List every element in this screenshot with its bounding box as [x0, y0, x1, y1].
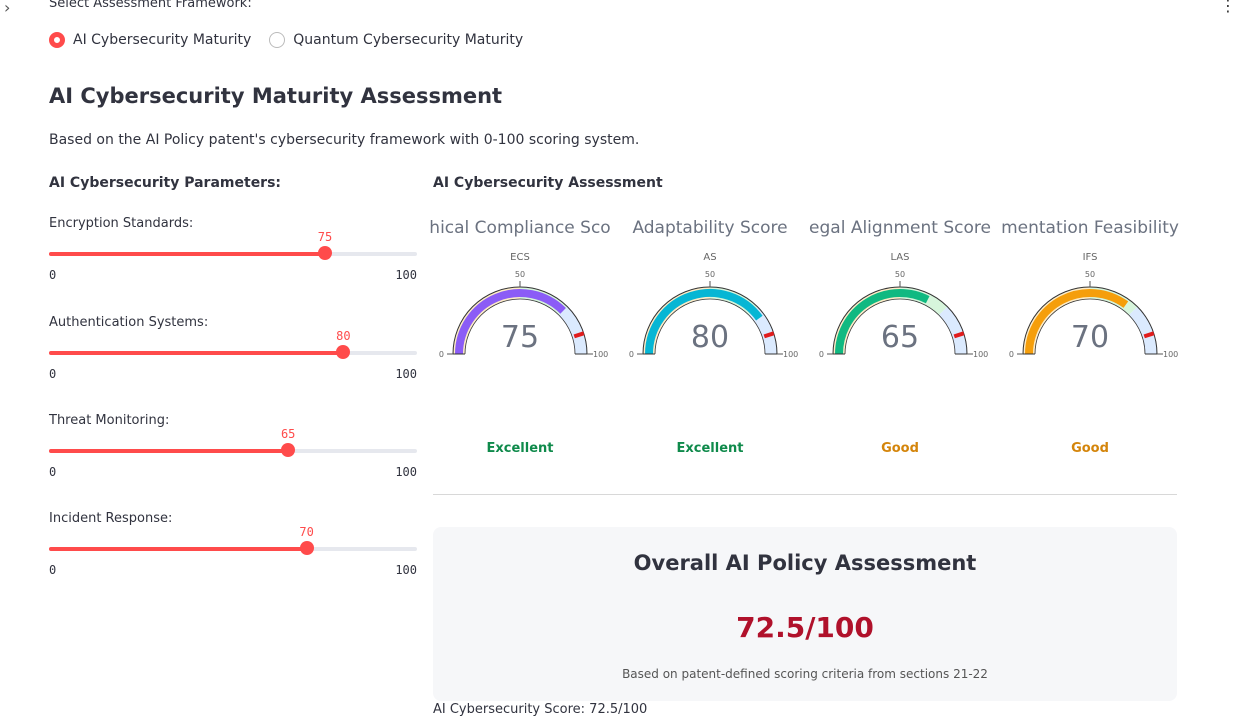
- slider-value: 65: [280, 427, 296, 441]
- gauge-tick-label-mid: 50: [895, 270, 905, 279]
- gauge-value-text: 65: [881, 320, 919, 355]
- gauge-tick-label-mid: 50: [705, 270, 715, 279]
- assessment-heading: AI Cybersecurity Assessment: [433, 175, 663, 191]
- gauge-dial: 0 100 50 70: [1009, 270, 1178, 359]
- gauge-tick-label-min: 0: [629, 350, 634, 359]
- gauge-tick-label-max: 100: [593, 350, 608, 359]
- gauge-value-text: 70: [1071, 320, 1109, 355]
- slider-thumb[interactable]: [318, 246, 332, 260]
- gauge-dial: 0 100 50 75: [439, 270, 608, 359]
- slider-fill: [49, 449, 289, 453]
- slider-incident-response: Incident Response: 70 0 100: [49, 511, 417, 591]
- slider-encryption-standards: Encryption Standards: 75 0 100: [49, 216, 417, 296]
- gauge-tick-label-min: 0: [819, 350, 824, 359]
- gauge-subtitle: AS: [703, 252, 717, 263]
- gauge-as: Adaptability Score AS 0 100 50 80: [615, 214, 805, 364]
- gauge-band-high: [1128, 306, 1157, 355]
- radio-ai-cybersecurity[interactable]: AI Cybersecurity Maturity: [49, 32, 251, 48]
- slider-fill: [49, 351, 344, 355]
- slider-track[interactable]: [49, 449, 417, 453]
- radio-quantum-cybersecurity[interactable]: Quantum Cybersecurity Maturity: [269, 32, 523, 48]
- status-label: Excellent: [486, 441, 554, 456]
- slider-thumb[interactable]: [281, 443, 296, 457]
- gauge-title: hical Compliance Sco: [429, 218, 611, 238]
- gauge-tick-label-min: 0: [439, 350, 444, 359]
- slider-track[interactable]: [49, 547, 417, 551]
- gauge-tick-label-mid: 50: [515, 270, 525, 279]
- gauge-band-high: [558, 306, 587, 355]
- slider-value: 70: [299, 525, 314, 539]
- radio-selected-icon: [49, 32, 65, 48]
- gauge-title: egal Alignment Score: [809, 218, 991, 238]
- gauge-title: Adaptability Score: [632, 218, 788, 238]
- gauge-ifs: mentation Feasibility IFS 0 100 50 70: [995, 214, 1185, 364]
- divider: [433, 494, 1177, 495]
- gauge-tick-label-min: 0: [1009, 350, 1014, 359]
- radio-label: AI Cybersecurity Maturity: [73, 32, 252, 48]
- status-label: Good: [1071, 441, 1109, 456]
- slider-max: 100: [395, 268, 417, 282]
- overall-score: 72.5/100: [736, 611, 874, 644]
- slider-thumb[interactable]: [336, 345, 351, 359]
- gauge-dial: 0 100 50 80: [629, 270, 798, 359]
- slider-min: 0: [49, 268, 57, 282]
- gauge-tick-label-max: 100: [783, 350, 798, 359]
- slider-value: 75: [317, 230, 333, 244]
- slider-label: Authentication Systems:: [49, 315, 209, 330]
- slider-label: Threat Monitoring:: [49, 413, 170, 428]
- radio-label: Quantum Cybersecurity Maturity: [293, 32, 524, 48]
- slider-track[interactable]: [49, 252, 417, 256]
- framework-radio-group: AI Cybersecurity Maturity Quantum Cybers…: [49, 32, 523, 48]
- slider-max: 100: [395, 563, 417, 577]
- gauge-dial: 0 100 50 65: [819, 270, 988, 359]
- gauge-subtitle: LAS: [890, 252, 910, 263]
- status-label: Good: [881, 441, 919, 456]
- gauge-title: mentation Feasibility: [1001, 218, 1179, 238]
- slider-max: 100: [395, 465, 417, 479]
- gauge-las: egal Alignment Score LAS 0 100 50 65: [805, 214, 995, 364]
- gauge-tick-label-max: 100: [973, 350, 988, 359]
- radio-unselected-icon: [269, 32, 286, 48]
- gauge-value-text: 75: [501, 320, 539, 355]
- overall-assessment-card: Overall AI Policy Assessment 72.5/100 Ba…: [433, 527, 1177, 701]
- slider-thumb[interactable]: [299, 541, 314, 555]
- slider-authentication-systems: Authentication Systems: 80 0 100: [49, 315, 417, 395]
- slider-threat-monitoring: Threat Monitoring: 65 0 100: [49, 413, 417, 493]
- slider-track[interactable]: [49, 351, 417, 355]
- gauge-band-high: [938, 306, 967, 355]
- slider-fill: [49, 252, 325, 256]
- gauge-value-text: 80: [691, 320, 729, 355]
- slider-min: 0: [49, 367, 57, 381]
- gauge-tick-label-max: 100: [1163, 350, 1178, 359]
- slider-label: Incident Response:: [49, 511, 173, 526]
- overall-note: Based on patent-defined scoring criteria…: [622, 667, 988, 681]
- slider-min: 0: [49, 563, 57, 577]
- gauge-subtitle: ECS: [510, 252, 530, 263]
- page-description: Based on the AI Policy patent's cybersec…: [49, 132, 640, 148]
- slider-label: Encryption Standards:: [49, 216, 194, 231]
- gauge-tick-label-mid: 50: [1085, 270, 1095, 279]
- framework-label: Select Assessment Framework:: [49, 0, 252, 11]
- kebab-menu-icon[interactable]: ⋮: [1220, 0, 1236, 15]
- slider-value: 80: [336, 329, 351, 343]
- overall-heading: Overall AI Policy Assessment: [633, 551, 977, 575]
- gauge-subtitle: IFS: [1082, 252, 1098, 263]
- parameters-heading: AI Cybersecurity Parameters:: [49, 175, 282, 191]
- slider-max: 100: [395, 367, 417, 381]
- status-label: Excellent: [676, 441, 744, 456]
- slider-fill: [49, 547, 307, 551]
- page-title: AI Cybersecurity Maturity Assessment: [49, 84, 503, 108]
- chevron-right-icon[interactable]: ›: [4, 0, 10, 17]
- slider-min: 0: [49, 465, 57, 479]
- footer-cutoff-text: AI Cybersecurity Score: 72.5/100: [433, 702, 648, 717]
- gauge-ecs: hical Compliance Sco ECS 0 100 50 75: [425, 214, 615, 364]
